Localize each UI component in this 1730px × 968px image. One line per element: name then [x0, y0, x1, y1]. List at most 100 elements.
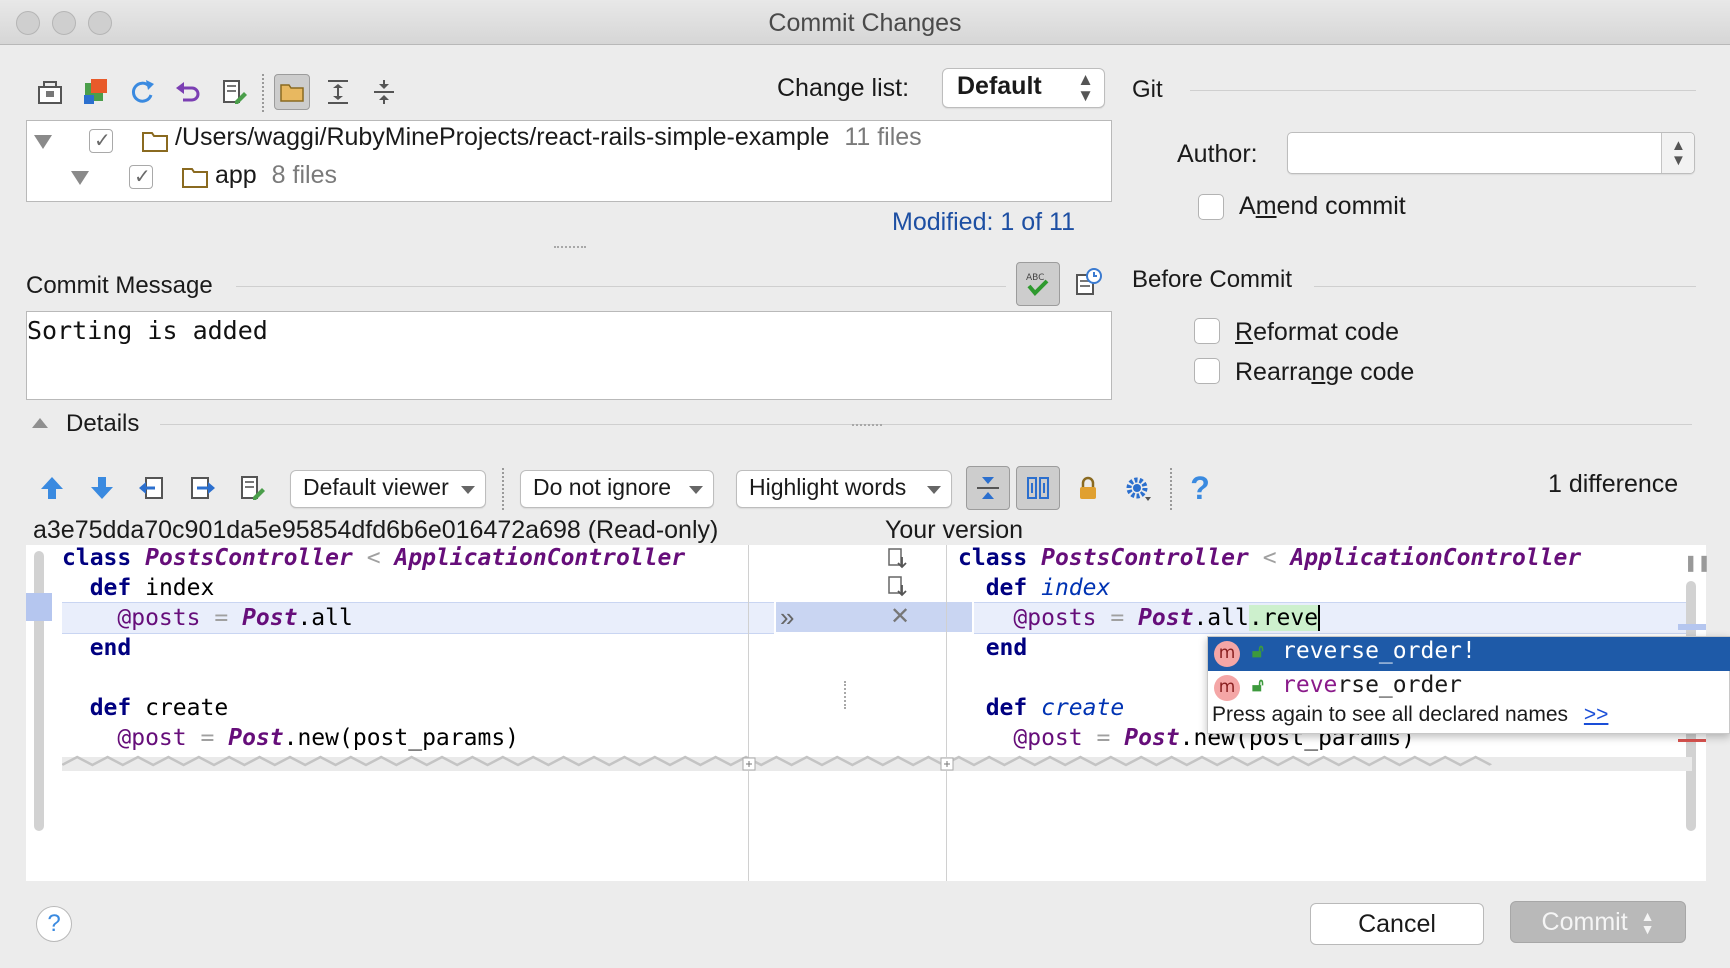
- changes-tree[interactable]: ✓ /Users/waggi/RubyMineProjects/react-ra…: [26, 120, 1112, 202]
- help-button[interactable]: ?: [36, 906, 72, 942]
- public-lock-icon: 🔓︎: [1252, 675, 1264, 695]
- previous-file-icon[interactable]: [134, 470, 170, 506]
- pane-divider: [946, 545, 947, 881]
- completion-item-selected[interactable]: m 🔓︎ reverse_order!: [1208, 637, 1730, 671]
- commit-button[interactable]: Commit ▲ ▼: [1510, 901, 1686, 943]
- completion-hint-link[interactable]: >>: [1584, 703, 1609, 726]
- edit-source-icon[interactable]: [216, 74, 252, 110]
- dropdown-arrow-icon: [461, 486, 475, 494]
- expand-app-icon[interactable]: [71, 171, 89, 185]
- left-code: class PostsController < ApplicationContr…: [62, 545, 686, 751]
- details-label: Details: [66, 410, 140, 437]
- completion-item-label: reverse_order: [1282, 672, 1463, 698]
- app-checkbox[interactable]: ✓: [129, 165, 153, 189]
- annotate-icon[interactable]: [886, 547, 910, 571]
- highlight-select[interactable]: Highlight words: [736, 470, 952, 508]
- public-lock-icon: 🔓︎: [1252, 641, 1264, 661]
- change-list-label: Change list:: [777, 74, 910, 102]
- toolbar-separator: [1170, 468, 1172, 510]
- rearrange-code-checkbox[interactable]: [1194, 358, 1220, 384]
- divider: [160, 424, 1692, 425]
- splitter-handle[interactable]: [852, 424, 882, 426]
- rollback-icon[interactable]: [170, 74, 206, 110]
- change-list-select[interactable]: Default ▲ ▼: [942, 68, 1105, 108]
- group-by-directory-icon[interactable]: [274, 74, 310, 110]
- tree-app-row[interactable]: app 8 files: [215, 161, 337, 190]
- expand-all-icon[interactable]: [320, 74, 356, 110]
- changed-line-connector: [776, 602, 972, 632]
- help-glyph: ?: [1190, 469, 1210, 506]
- toolbar-separator: [262, 74, 264, 112]
- amend-suffix: end commit: [1276, 192, 1406, 220]
- pause-icon[interactable]: ❚❚: [1684, 553, 1711, 573]
- next-file-icon[interactable]: [184, 470, 220, 506]
- change-marker: [1678, 624, 1706, 630]
- change-marker: [26, 593, 52, 621]
- method-badge-icon: m: [1214, 641, 1240, 667]
- tree-root-count: 11 files: [844, 123, 922, 151]
- title-bar: Commit Changes: [0, 0, 1730, 45]
- tree-root-row[interactable]: /Users/waggi/RubyMineProjects/react-rail…: [175, 123, 922, 152]
- divider: [1314, 286, 1696, 287]
- updown-icon: ▲ ▼: [1077, 70, 1094, 105]
- check-icon: ✓: [94, 130, 111, 152]
- completion-popup[interactable]: m 🔓︎ reverse_order! m 🔓︎ reverse_order P…: [1207, 636, 1730, 734]
- change-list-value: Default: [957, 72, 1042, 100]
- completion-item-rest: rse_order: [1337, 672, 1463, 698]
- refresh-icon[interactable]: [124, 74, 160, 110]
- ignore-whitespace-select[interactable]: Do not ignore: [520, 470, 714, 508]
- commit-button-label: Commit: [1541, 908, 1628, 936]
- annotate-icon[interactable]: [886, 575, 910, 599]
- author-label: Author:: [1177, 140, 1258, 168]
- splitter-handle[interactable]: [554, 246, 586, 248]
- commit-message-label: Commit Message: [26, 272, 213, 299]
- lock-icon[interactable]: [1070, 470, 1106, 506]
- tree-root-path: /Users/waggi/RubyMineProjects/react-rail…: [175, 123, 830, 151]
- synchronize-scrolling-icon[interactable]: [1016, 466, 1060, 510]
- amend-commit-checkbox[interactable]: [1198, 194, 1224, 220]
- revert-change-icon[interactable]: ✕: [890, 603, 910, 631]
- spellcheck-icon[interactable]: ABC: [1016, 262, 1060, 306]
- collapse-all-icon[interactable]: [366, 74, 402, 110]
- settings-gear-icon[interactable]: [1120, 470, 1156, 506]
- edit-source-icon[interactable]: [234, 470, 270, 506]
- ignore-value: Do not ignore: [533, 474, 672, 500]
- help-icon[interactable]: ?: [1182, 470, 1218, 506]
- apply-change-icon[interactable]: »: [780, 603, 794, 631]
- author-input[interactable]: ▲ ▼: [1287, 132, 1695, 174]
- amend-commit-label[interactable]: Amend commit: [1239, 192, 1406, 221]
- reformat-code-label[interactable]: Reformat code: [1235, 318, 1399, 347]
- rearrange-mnemonic: n: [1311, 358, 1326, 386]
- splitter-handle[interactable]: [844, 681, 846, 709]
- commit-changes-dialog: Commit Changes Change list: Default ▲ ▼ ✓…: [0, 0, 1730, 968]
- root-checkbox[interactable]: ✓: [89, 129, 113, 153]
- check-icon: ✓: [134, 166, 151, 188]
- tree-app-path: app: [215, 161, 257, 189]
- collapsed-region-separator[interactable]: [62, 753, 1692, 775]
- cancel-button[interactable]: Cancel: [1310, 903, 1484, 945]
- commit-message-textarea[interactable]: Sorting is added: [26, 311, 1112, 400]
- collapse-unchanged-icon[interactable]: [966, 466, 1010, 510]
- left-pane-title: a3e75dda70c901da5e95854dfd6b6e016472a698…: [33, 516, 719, 544]
- expand-root-icon[interactable]: [34, 135, 52, 149]
- author-dropdown-button[interactable]: ▲ ▼: [1661, 133, 1694, 173]
- rearrange-code-label[interactable]: Rearrange code: [1235, 358, 1414, 387]
- collapse-details-icon[interactable]: [32, 418, 48, 428]
- shelve-changes-icon[interactable]: [78, 74, 114, 110]
- divider: [236, 286, 1006, 287]
- viewer-select[interactable]: Default viewer: [290, 470, 486, 508]
- dropdown-arrow-icon: [689, 486, 703, 494]
- commit-message-history-icon[interactable]: [1070, 264, 1106, 300]
- completion-item[interactable]: m 🔓︎ reverse_order: [1208, 671, 1730, 705]
- tree-app-count: 8 files: [271, 161, 337, 189]
- previous-difference-icon[interactable]: [34, 470, 70, 506]
- amend-mnemonic: m: [1255, 192, 1277, 220]
- before-commit-title: Before Commit: [1132, 266, 1293, 293]
- reformat-code-checkbox[interactable]: [1194, 318, 1220, 344]
- difference-count: 1 difference: [1548, 470, 1679, 498]
- next-difference-icon[interactable]: [84, 470, 120, 506]
- move-to-changelist-icon[interactable]: [32, 74, 68, 110]
- commit-message-text: Sorting is added: [27, 316, 268, 345]
- right-pane-title: Your version: [885, 516, 1024, 544]
- completion-hint-text: Press again to see all declared names: [1212, 703, 1569, 726]
